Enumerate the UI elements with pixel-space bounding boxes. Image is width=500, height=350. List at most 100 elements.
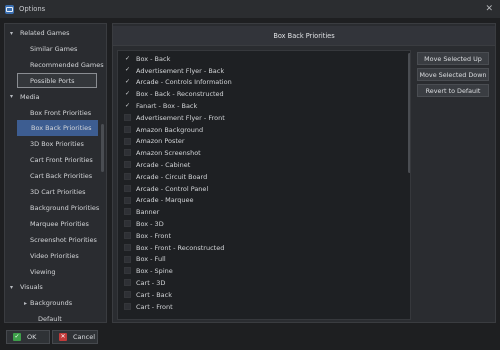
checkbox[interactable] [124, 279, 131, 287]
list-item-label: Fanart - Box - Back [136, 102, 198, 111]
list-item-label: Arcade - Circuit Board [136, 172, 208, 181]
list-item[interactable]: ✓ Box - Back - Reconstructed [118, 88, 403, 100]
sidebar-item[interactable]: Viewing [5, 264, 106, 280]
sidebar-item[interactable]: Cart Back Priorities [5, 168, 106, 184]
list-item[interactable]: Advertisement Flyer - Front [118, 112, 403, 124]
list-item[interactable]: Box - Full [118, 254, 403, 266]
sidebar-item-label: Box Back Priorities [31, 124, 92, 133]
list-item[interactable]: ✓ Arcade - Controls Information [118, 77, 403, 89]
list-item-label: Arcade - Controls Information [136, 78, 232, 87]
ok-button[interactable]: ✓ OK [6, 330, 50, 344]
sidebar-item[interactable]: ▾ Related Games [5, 25, 106, 41]
list-item[interactable]: Cart - 3D [118, 277, 403, 289]
cancel-button[interactable]: ✕ Cancel [52, 330, 98, 344]
checkmark-icon[interactable]: ✓ [124, 55, 131, 62]
priority-list: ✓ Box - Back ✓ Advertisement Flyer - Back ✓ A… [117, 50, 411, 320]
list-item[interactable]: Cart - Back [118, 289, 403, 301]
list-item-label: Amazon Poster [136, 137, 185, 146]
checkbox[interactable] [124, 114, 131, 121]
cancel-label: Cancel [73, 333, 96, 341]
list-item[interactable]: Box - Front [118, 230, 403, 242]
list-item-label: Box - Front - Reconstructed [136, 243, 225, 252]
sidebar-item[interactable]: Video Priorities [5, 248, 106, 264]
move-selected-down-button[interactable]: Move Selected Down [417, 68, 489, 81]
title-bar: Options ✕ [0, 0, 500, 18]
list-item[interactable]: Arcade - Control Panel [118, 183, 403, 195]
sidebar-item[interactable]: Possible Ports [5, 72, 106, 89]
checkbox[interactable] [124, 243, 131, 251]
sidebar-item[interactable]: Screenshot Priorities [5, 232, 106, 248]
sidebar-item[interactable]: Marquee Priorities [5, 216, 106, 232]
list-item-label: Arcade - Cabinet [136, 161, 191, 170]
sidebar-item[interactable]: 3D Cart Priorities [5, 184, 106, 200]
list-item[interactable]: Arcade - Marquee [118, 195, 403, 207]
sidebar-item[interactable]: ▸ Backgrounds [5, 295, 106, 311]
sidebar-item[interactable]: Cart Front Priorities [5, 152, 106, 168]
sidebar-item[interactable]: Default [5, 311, 106, 322]
list-item-label: Cart - Front [136, 302, 173, 311]
sidebar-item[interactable]: ▾ Visuals [5, 279, 106, 295]
list-scrollbar[interactable] [408, 53, 410, 173]
list-item[interactable]: Banner [118, 206, 403, 218]
caret-down-icon[interactable]: ▾ [10, 93, 13, 100]
checkbox[interactable] [124, 161, 131, 169]
sidebar-item-label: Backgrounds [30, 299, 73, 308]
list-item[interactable]: ✓ Box - Back [118, 53, 403, 65]
list-item[interactable]: ✓ Fanart - Box - Back [118, 100, 403, 112]
checkbox[interactable] [124, 125, 131, 133]
list-item[interactable]: Amazon Background [118, 124, 403, 136]
list-item[interactable]: Box - Spine [118, 265, 403, 277]
priorities-panel: Box Back Priorities ✓ Box - Back ✓ Advertis… [112, 23, 496, 323]
sidebar-item[interactable]: Background Priorities [5, 200, 106, 216]
checkbox[interactable] [124, 302, 131, 310]
list-item[interactable]: Amazon Poster [118, 136, 403, 148]
checkbox[interactable] [124, 137, 131, 145]
checkbox[interactable] [124, 220, 131, 228]
list-item-label: Amazon Screenshot [136, 149, 201, 158]
caret-down-icon[interactable]: ▾ [10, 30, 13, 37]
revert-to-default-button[interactable]: Revert to Default [417, 84, 489, 97]
list-item[interactable]: Arcade - Circuit Board [118, 171, 403, 183]
checkbox[interactable] [124, 149, 131, 157]
list-item-label: Box - Spine [136, 267, 173, 276]
list-item-label: Box - Front [136, 231, 172, 240]
checkbox[interactable] [124, 255, 131, 263]
list-item[interactable]: Box - 3D [118, 218, 403, 230]
list-item[interactable]: Amazon Screenshot [118, 147, 403, 159]
sidebar-item[interactable]: Recommended Games [5, 57, 106, 73]
checkbox[interactable] [124, 208, 131, 216]
sidebar-item[interactable]: Similar Games [5, 41, 106, 57]
sidebar-item-label: Video Priorities [30, 251, 79, 260]
move-selected-up-button[interactable]: Move Selected Up [417, 52, 489, 65]
list-item[interactable]: Box - Front - Reconstructed [118, 242, 403, 254]
list-item[interactable]: ✓ Advertisement Flyer - Back [118, 65, 403, 77]
checkmark-icon[interactable]: ✓ [124, 102, 131, 109]
checkbox[interactable] [124, 196, 131, 204]
caret-down-icon[interactable]: ▸ [24, 300, 27, 307]
window-title: Options [19, 5, 46, 13]
list-item-label: Advertisement Flyer - Front [136, 113, 225, 122]
cancel-icon: ✕ [59, 333, 67, 341]
list-item[interactable]: Arcade - Cabinet [118, 159, 403, 171]
checkmark-icon[interactable]: ✓ [124, 90, 131, 97]
checkmark-icon: ✓ [13, 333, 21, 341]
sidebar-item-label: Related Games [20, 29, 70, 37]
caret-down-icon[interactable]: ▾ [10, 284, 13, 291]
sidebar-item[interactable]: ▾ Media [5, 89, 106, 105]
sidebar-item[interactable]: Box Front Priorities [5, 105, 106, 121]
checkbox[interactable] [124, 184, 131, 192]
checkbox[interactable] [124, 267, 131, 275]
sidebar-item-label: Recommended Games [30, 60, 104, 69]
checkmark-icon[interactable]: ✓ [124, 67, 131, 74]
panel-header: Box Back Priorities [113, 26, 495, 46]
checkbox[interactable] [124, 232, 131, 239]
close-icon[interactable]: ✕ [485, 3, 493, 15]
sidebar-item[interactable]: Box Back Priorities [17, 120, 98, 137]
list-item[interactable]: Cart - Front [118, 301, 403, 313]
checkmark-icon[interactable]: ✓ [124, 79, 131, 86]
list-item-label: Banner [136, 208, 160, 217]
list-item-label: Amazon Background [136, 125, 204, 134]
sidebar-item[interactable]: 3D Box Priorities [5, 136, 106, 152]
checkbox[interactable] [124, 291, 131, 298]
checkbox[interactable] [124, 173, 131, 180]
